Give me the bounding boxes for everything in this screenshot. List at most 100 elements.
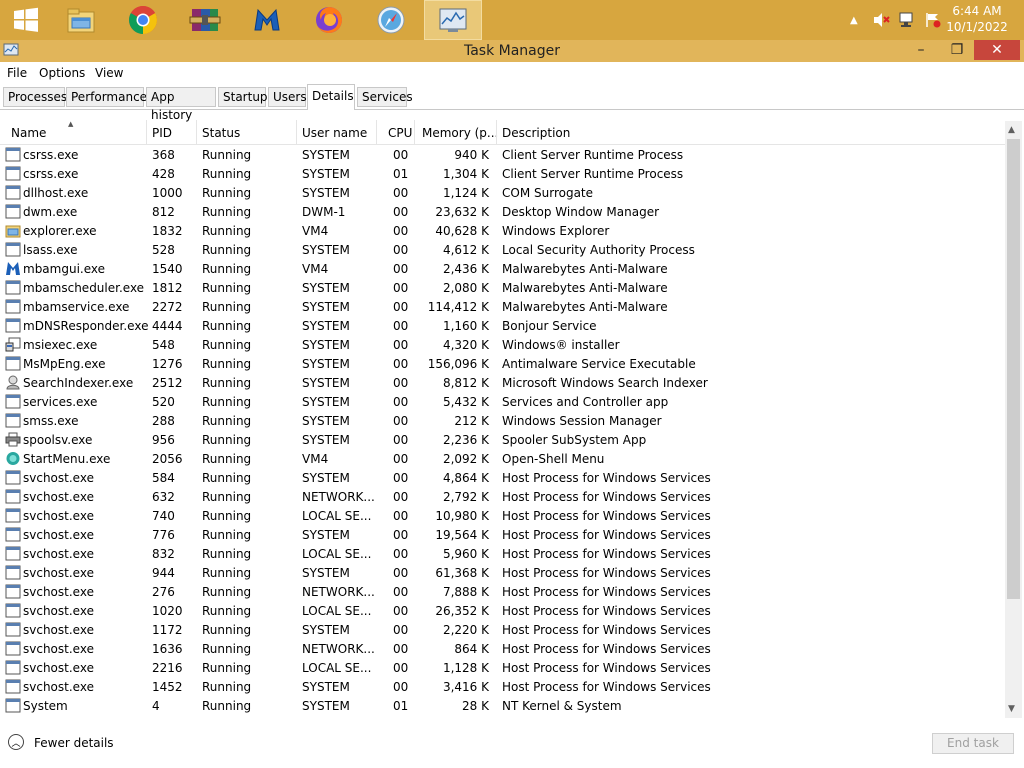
close-button[interactable]: ✕ [974,40,1020,60]
column-divider[interactable] [146,120,147,144]
scrollbar-thumb[interactable] [1007,139,1020,599]
cell-status: Running [202,414,252,428]
end-task-button[interactable]: End task [932,733,1014,754]
title-bar[interactable]: Task Manager – ❐ ✕ [0,40,1024,62]
cell-description: Antimalware Service Executable [502,357,696,371]
column-divider[interactable] [496,120,497,144]
table-row[interactable]: svchost.exe 1636 Running NETWORK... 00 864 K H… [0,639,1006,658]
process-name: svchost.exe [23,490,94,504]
table-row[interactable]: svchost.exe 2216 Running LOCAL SE... 00 1,128… [0,658,1006,677]
tab-app-history[interactable]: App history [146,87,216,122]
vertical-scrollbar[interactable]: ▲ ▼ [1005,121,1022,718]
volume-muted-icon[interactable] [872,12,890,28]
header-cpu[interactable]: CPU [388,126,412,140]
table-row[interactable]: csrss.exe 368 Running SYSTEM 00 940 K Client S… [0,145,1006,164]
taskbar-file-explorer[interactable] [55,0,107,40]
cell-status: Running [202,376,252,390]
table-row[interactable]: StartMenu.exe 2056 Running VM4 00 2,092 K Open… [0,449,1006,468]
menu-file[interactable]: File [7,66,27,80]
process-name: svchost.exe [23,509,94,523]
header-status[interactable]: Status [202,126,240,140]
table-row[interactable]: svchost.exe 832 Running LOCAL SE... 00 5,960 … [0,544,1006,563]
table-row[interactable]: svchost.exe 1452 Running SYSTEM 00 3,416 K Hos… [0,677,1006,696]
table-row[interactable]: System 4 Running SYSTEM 01 28 K NT Kernel & Sy… [0,696,1006,715]
taskbar-firefox[interactable] [303,0,355,40]
cell-cpu: 00 [393,585,409,599]
table-row[interactable]: explorer.exe 1832 Running VM4 00 40,628 K Wind… [0,221,1006,240]
table-row[interactable]: svchost.exe 776 Running SYSTEM 00 19,564 K Hos… [0,525,1006,544]
chevron-up-icon[interactable]: ︿ [8,734,24,750]
table-row[interactable]: mbamscheduler.exe 1812 Running SYSTEM 00 2,08… [0,278,1006,297]
table-row[interactable]: smss.exe 288 Running SYSTEM 00 212 K Windows S… [0,411,1006,430]
table-row[interactable]: csrss.exe 428 Running SYSTEM 01 1,304 K Client… [0,164,1006,183]
cell-cpu: 00 [393,623,409,637]
table-row[interactable]: mDNSResponder.exe 4444 Running SYSTEM 00 1,16… [0,316,1006,335]
cell-memory: 40,628 K [435,224,489,238]
table-row[interactable]: SearchIndexer.exe 2512 Running SYSTEM 00 8,81… [0,373,1006,392]
cell-description: Host Process for Windows Services [502,661,711,675]
table-row[interactable]: mbamservice.exe 2272 Running SYSTEM 00 114,41… [0,297,1006,316]
taskbar-task-manager[interactable] [424,0,482,40]
header-user-name[interactable]: User name [302,126,367,140]
window-icon [5,622,21,637]
minimize-button[interactable]: – [906,40,936,60]
tab-startup[interactable]: Startup [218,87,268,107]
table-row[interactable]: svchost.exe 944 Running SYSTEM 00 61,368 K Hos… [0,563,1006,582]
table-row[interactable]: svchost.exe 740 Running LOCAL SE... 00 10,980… [0,506,1006,525]
column-divider[interactable] [296,120,297,144]
process-name: svchost.exe [23,547,94,561]
restore-button[interactable]: ❐ [942,40,972,60]
header-pid[interactable]: PID [152,126,172,140]
start-button[interactable] [0,0,52,40]
table-row[interactable]: spoolsv.exe 956 Running SYSTEM 00 2,236 K Spoo… [0,430,1006,449]
menu-options[interactable]: Options [39,66,85,80]
header-description[interactable]: Description [502,126,570,140]
cell-cpu: 00 [393,566,409,580]
window-icon [5,489,21,504]
header-name[interactable]: Name [11,126,46,140]
tray-overflow-icon[interactable]: ▲ [850,15,858,26]
table-row[interactable]: services.exe 520 Running SYSTEM 00 5,432 K Ser… [0,392,1006,411]
tab-processes[interactable]: Processes [3,87,67,107]
table-row[interactable]: svchost.exe 1020 Running LOCAL SE... 00 26,35… [0,601,1006,620]
taskbar-winrar[interactable] [179,0,231,40]
cell-pid: 2056 [152,452,183,466]
process-name: mbamscheduler.exe [23,281,145,295]
process-name: StartMenu.exe [23,452,111,466]
header-memory[interactable]: Memory (p... [422,126,498,140]
cell-description: Host Process for Windows Services [502,680,711,694]
tab-users[interactable]: Users [268,87,307,107]
table-row[interactable]: svchost.exe 584 Running SYSTEM 00 4,864 K Host… [0,468,1006,487]
table-row[interactable]: mbamgui.exe 1540 Running VM4 00 2,436 K Malwar… [0,259,1006,278]
column-divider[interactable] [414,120,415,144]
table-row[interactable]: MsMpEng.exe 1276 Running SYSTEM 00 156,096 K A… [0,354,1006,373]
taskbar-malwarebytes[interactable] [241,0,293,40]
cell-status: Running [202,205,252,219]
table-row[interactable]: dllhost.exe 1000 Running SYSTEM 00 1,124 K COM… [0,183,1006,202]
tab-services[interactable]: Services [357,87,413,107]
clock[interactable]: 6:44 AM 10/1/2022 [942,3,1012,35]
explorer-icon [5,223,21,238]
cell-pid: 1020 [152,604,183,618]
network-icon[interactable] [898,12,916,28]
tab-performance[interactable]: Performance [66,87,147,107]
fewer-details-link[interactable]: Fewer details [34,736,114,750]
table-row[interactable]: msiexec.exe 548 Running SYSTEM 00 4,320 K Wind… [0,335,1006,354]
taskbar-safari[interactable] [365,0,417,40]
table-row[interactable]: lsass.exe 528 Running SYSTEM 00 4,612 K Local … [0,240,1006,259]
process-name: svchost.exe [23,623,94,637]
table-row[interactable]: svchost.exe 632 Running NETWORK... 00 2,792 K… [0,487,1006,506]
table-row[interactable]: dwm.exe 812 Running DWM-1 00 23,632 K Desktop … [0,202,1006,221]
scroll-down-icon[interactable]: ▼ [1008,704,1015,714]
scroll-up-icon[interactable]: ▲ [1008,125,1015,135]
table-row[interactable]: svchost.exe 276 Running NETWORK... 00 7,888 K… [0,582,1006,601]
cell-user: SYSTEM [302,243,350,257]
taskbar-chrome[interactable] [117,0,169,40]
column-divider[interactable] [196,120,197,144]
table-row[interactable]: svchost.exe 1172 Running SYSTEM 00 2,220 K Hos… [0,620,1006,639]
cell-pid: 2216 [152,661,183,675]
tab-details[interactable]: Details [307,84,355,110]
action-center-flag-icon[interactable] [924,12,942,28]
column-divider[interactable] [376,120,377,144]
menu-view[interactable]: View [95,66,123,80]
